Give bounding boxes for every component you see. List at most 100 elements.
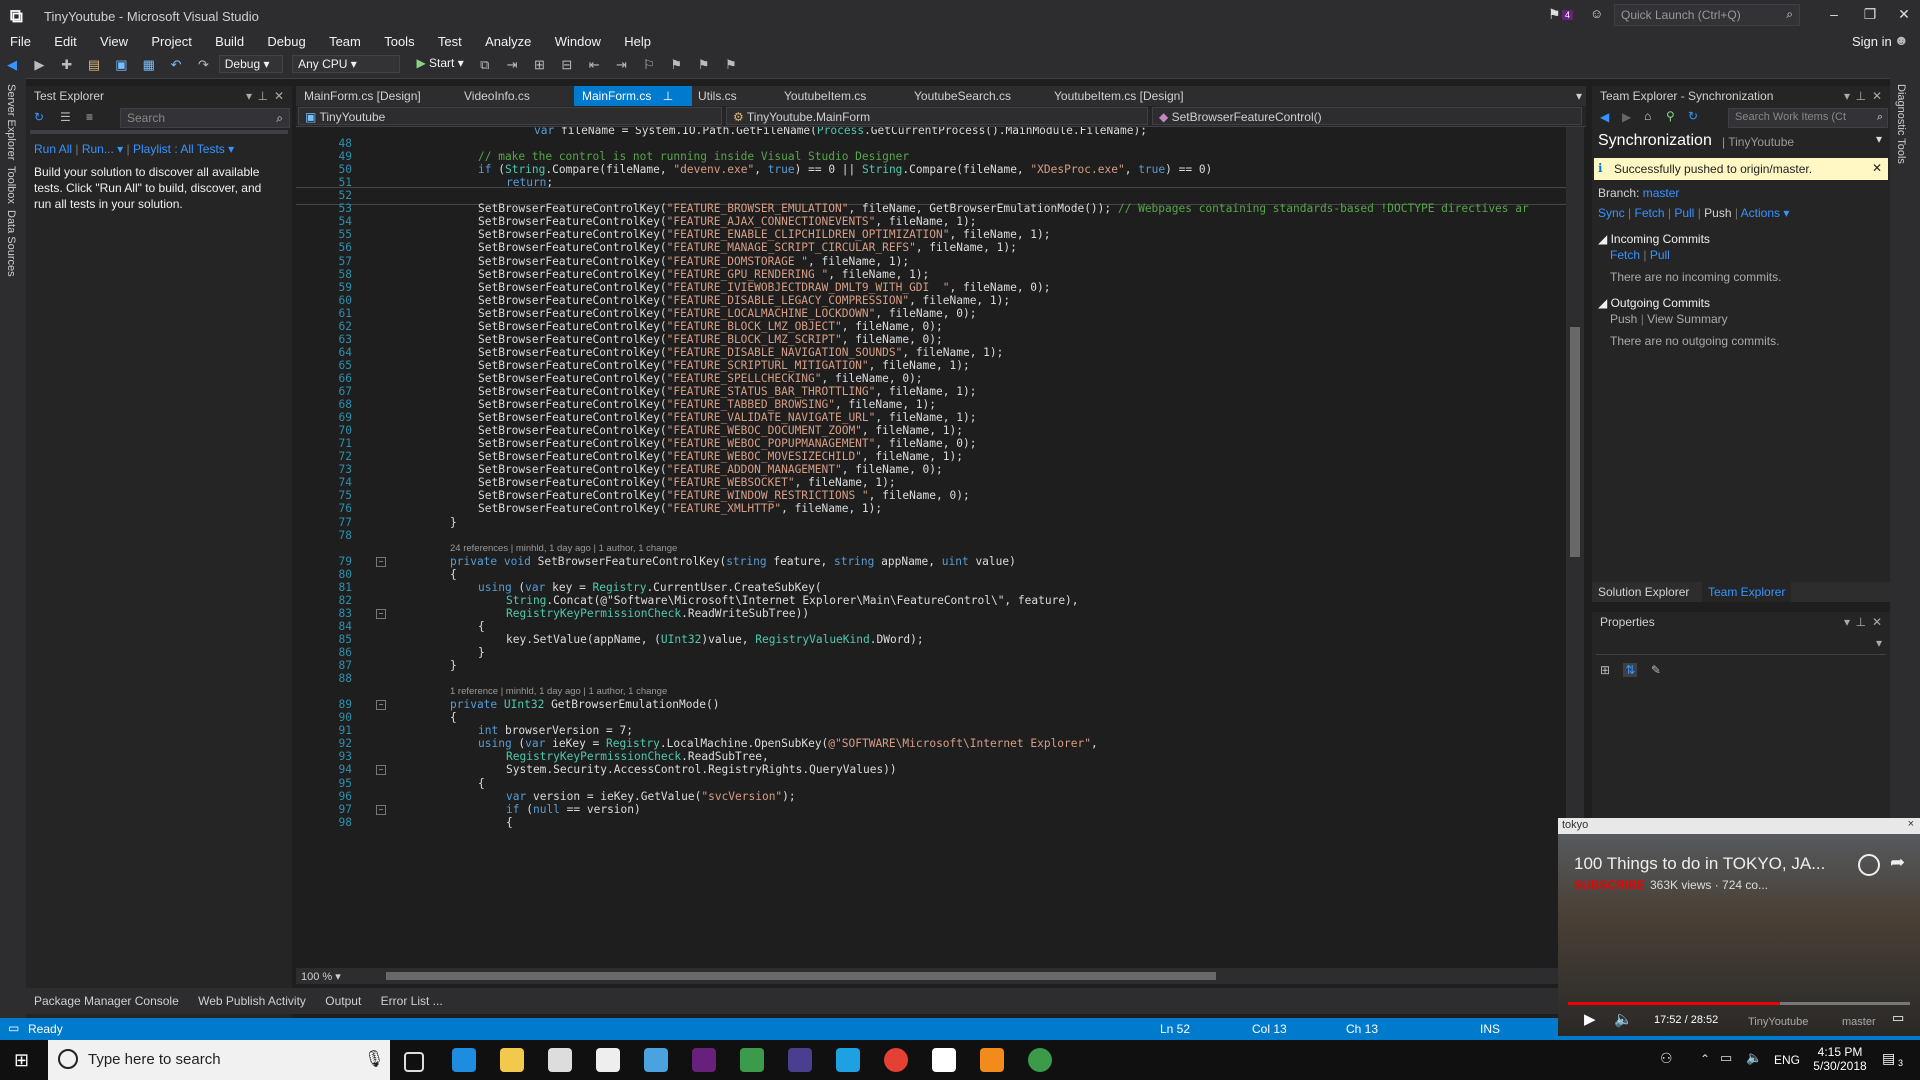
alphabetical-icon[interactable]: ⇅ — [1623, 663, 1638, 677]
eclipse-icon[interactable] — [788, 1048, 812, 1072]
menu-analyze[interactable]: Analyze — [475, 32, 541, 51]
close-icon[interactable]: ✕ — [1872, 615, 1882, 629]
sign-in-link[interactable]: Sign in — [1852, 34, 1892, 49]
fetch-link[interactable]: Fetch — [1635, 206, 1665, 220]
platform-select[interactable]: Any CPU ▾ — [292, 55, 401, 73]
previous-bookmark-icon[interactable]: ⚑ — [668, 57, 684, 73]
diagnostic-tools-tab[interactable]: Diagnostic Tools — [1895, 84, 1907, 164]
server-explorer-tab[interactable]: Server Explorer — [5, 84, 17, 160]
tab-error-list[interactable]: Error List ... — [373, 988, 451, 1014]
tab-mainform-design[interactable]: MainForm.cs [Design] — [296, 86, 429, 106]
menu-file[interactable]: File — [0, 32, 41, 51]
tab-youtubeitem-design[interactable]: YoutubeItem.cs [Design] — [1046, 86, 1192, 106]
tab-mainform-cs[interactable]: MainForm.cs ⊥ ✕ — [574, 86, 692, 117]
close-icon[interactable]: ✕ — [1872, 161, 1882, 175]
actions-link[interactable]: Actions — [1741, 206, 1780, 220]
fold-toggle-icon[interactable]: − — [376, 765, 386, 776]
people-icon[interactable]: ⚇ — [1660, 1050, 1673, 1067]
pin-icon[interactable]: ⊥ — [1856, 89, 1866, 103]
fold-toggle-icon[interactable]: − — [376, 608, 386, 619]
refresh-icon[interactable]: ↻ — [34, 110, 44, 124]
pin-icon[interactable]: ⊥ — [1856, 615, 1866, 629]
incoming-pull-link[interactable]: Pull — [1650, 248, 1670, 262]
class-dropdown[interactable]: ⚙ TinyYoutube.MainForm — [726, 107, 1148, 125]
zoom-level[interactable]: 100 % ▾ — [296, 968, 376, 984]
code-line[interactable]: 98 { — [296, 815, 1566, 831]
branch-link[interactable]: master — [1643, 186, 1680, 200]
save-icon[interactable]: ▣ — [113, 57, 129, 73]
forward-icon[interactable]: ▶ — [31, 57, 47, 73]
forward-icon[interactable]: ▶ — [1622, 110, 1631, 124]
microphone-icon[interactable]: 🎙 — [364, 1049, 384, 1069]
minimize-icon[interactable]: – — [1822, 6, 1846, 26]
back-icon[interactable]: ◀ — [1600, 110, 1609, 124]
tab-package-manager-console[interactable]: Package Manager Console — [26, 988, 187, 1014]
menu-build[interactable]: Build — [205, 32, 254, 51]
quick-launch-input[interactable]: Quick Launch (Ctrl+Q) ⌕ — [1614, 4, 1800, 26]
leaf-app-icon[interactable] — [1028, 1048, 1052, 1072]
menu-debug[interactable]: Debug — [257, 32, 315, 51]
push-label[interactable]: Push — [1704, 206, 1731, 220]
horizontal-scrollbar[interactable] — [376, 968, 1562, 984]
menu-view[interactable]: View — [90, 32, 138, 51]
webstorm-icon[interactable] — [836, 1048, 860, 1072]
close-icon[interactable]: ✕ — [1872, 89, 1882, 103]
tab-overflow-icon[interactable]: ▾ — [1568, 86, 1590, 106]
tab-team-explorer[interactable]: Team Explorer — [1702, 582, 1792, 602]
start-button[interactable]: ▶ Start ▾ — [411, 55, 469, 73]
playlist-link[interactable]: Playlist : All Tests — [133, 142, 225, 156]
scroll-thumb[interactable] — [1570, 327, 1580, 557]
android-studio-icon[interactable] — [740, 1048, 764, 1072]
project-dropdown[interactable]: ▣ TinyYoutube — [298, 107, 722, 125]
refresh-icon[interactable]: ↻ — [1688, 109, 1698, 123]
open-file-icon[interactable]: ▤ — [86, 57, 102, 73]
data-sources-tab[interactable]: Data Sources — [5, 210, 17, 277]
dropdown-icon[interactable]: ▾ — [246, 89, 252, 103]
menu-team[interactable]: Team — [319, 32, 371, 51]
undo-icon[interactable]: ↶ — [168, 57, 184, 73]
home-icon[interactable]: ⌂ — [1644, 109, 1651, 123]
visual-studio-taskbar-icon[interactable] — [692, 1048, 716, 1072]
notes-icon[interactable] — [932, 1048, 956, 1072]
windows-start-icon[interactable]: ⊞ — [14, 1050, 29, 1071]
play-icon[interactable]: ▶ — [1584, 1010, 1596, 1028]
volume-tray-icon[interactable]: 🔈 — [1746, 1050, 1762, 1066]
test-search-input[interactable]: Search ⌕ — [120, 108, 290, 128]
menu-window[interactable]: Window — [545, 32, 611, 51]
chrome-icon[interactable] — [884, 1048, 908, 1072]
sublime-icon[interactable] — [980, 1048, 1004, 1072]
menu-project[interactable]: Project — [141, 32, 201, 51]
tab-web-publish-activity[interactable]: Web Publish Activity — [190, 988, 314, 1014]
tab-youtubeitem[interactable]: YoutubeItem.cs — [776, 86, 874, 106]
categorized-icon[interactable]: ⊞ — [1600, 663, 1610, 677]
show-hidden-icons-icon[interactable]: ⌃ — [1700, 1052, 1710, 1066]
video-overlay-window[interactable]: tokyo × 100 Things to do in TOKYO, JA...… — [1558, 818, 1920, 1036]
pin-icon[interactable]: ⊥ — [663, 89, 673, 103]
taskbar-clock[interactable]: 4:15 PM 5/30/2018 — [1808, 1045, 1872, 1073]
incoming-fetch-link[interactable]: Fetch — [1610, 248, 1640, 262]
properties-icon[interactable]: ⊟ — [559, 57, 575, 73]
close-icon[interactable]: × — [1908, 818, 1914, 830]
member-dropdown[interactable]: ◆ SetBrowserFeatureControl() — [1152, 107, 1582, 125]
watch-later-icon[interactable] — [1858, 854, 1880, 876]
step-icon[interactable]: ⇥ — [504, 57, 520, 73]
list-icon[interactable]: ≡ — [86, 110, 93, 124]
edge-icon[interactable] — [452, 1048, 476, 1072]
configuration-select[interactable]: Debug ▾ — [218, 55, 283, 73]
fold-toggle-icon[interactable]: − — [376, 700, 386, 711]
tab-output[interactable]: Output — [317, 988, 369, 1014]
dropdown-icon[interactable]: ▾ — [1844, 615, 1850, 629]
toolbox-tab[interactable]: Toolbox — [5, 166, 17, 204]
menu-edit[interactable]: Edit — [44, 32, 86, 51]
notification-flag-icon[interactable]: ⚑ — [1548, 6, 1561, 23]
captions-icon[interactable]: ▭ — [1892, 1010, 1904, 1026]
hscroll-thumb[interactable] — [386, 972, 1216, 980]
next-bookmark-icon[interactable]: ⚑ — [696, 57, 712, 73]
task-view-icon[interactable] — [404, 1052, 424, 1072]
language-indicator[interactable]: ENG — [1774, 1053, 1800, 1067]
dropdown-icon[interactable]: ▾ — [1844, 89, 1850, 103]
subscribe-button[interactable]: SUBSCRIBE — [1574, 878, 1645, 892]
indent-icon[interactable]: ⇥ — [614, 57, 630, 73]
view-summary-link[interactable]: View Summary — [1647, 312, 1727, 326]
taskbar-search-box[interactable]: Type here to search 🎙 — [48, 1040, 390, 1080]
